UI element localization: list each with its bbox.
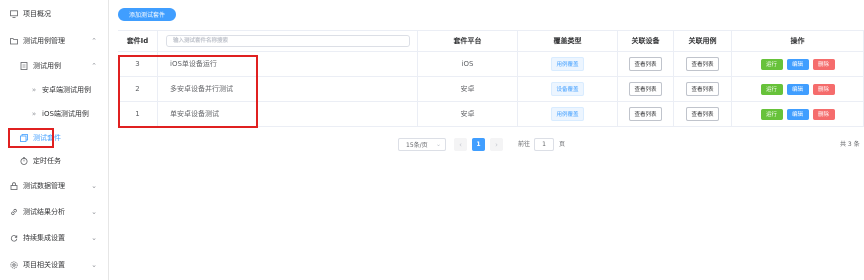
sidebar-item-label: 项目概况: [23, 10, 51, 18]
sidebar-item-test-case-management[interactable]: 测试用例管理 ⌃: [0, 31, 108, 51]
highlight-box-rows: [118, 55, 258, 128]
document-icon: [20, 62, 28, 70]
total-count: 共 3 条: [840, 141, 860, 148]
chevron-up-icon: ⌃: [91, 62, 97, 70]
cases-cell: 查看列表: [674, 77, 732, 101]
table-header-row: 套件Id 输入测试套件名称搜索 套件平台 覆盖类型 关联设备 关联用例 操作: [118, 31, 864, 52]
search-input[interactable]: 输入测试套件名称搜索: [166, 35, 410, 47]
main-content: 添加测试套件 套件Id 输入测试套件名称搜索 套件平台 覆盖类型 关联设备 关联…: [108, 0, 864, 280]
sidebar-item-label: 持续集成设置: [23, 234, 65, 242]
column-header-coverage: 覆盖类型: [518, 31, 618, 51]
devices-cell: 查看列表: [618, 52, 674, 76]
edit-button[interactable]: 编辑: [786, 83, 809, 95]
cases-cell: 查看列表: [674, 102, 732, 126]
goto-prefix: 前往: [518, 141, 531, 148]
sidebar-item-label: 测试用例管理: [23, 37, 65, 45]
ops-cell: 运行 编辑 删除: [732, 52, 864, 76]
test-suite-table: 套件Id 输入测试套件名称搜索 套件平台 覆盖类型 关联设备 关联用例 操作 3…: [118, 30, 864, 127]
edit-button[interactable]: 编辑: [786, 108, 809, 120]
coverage-tag: 设备覆盖: [551, 82, 584, 96]
sidebar-item-ios-test-cases[interactable]: » iOS端测试用例: [0, 104, 108, 124]
sidebar-item-test-data-management[interactable]: 测试数据管理 ⌄: [0, 176, 108, 196]
coverage-type: 设备覆盖: [518, 77, 618, 101]
view-devices-button[interactable]: 查看列表: [629, 57, 662, 71]
monitor-icon: [10, 10, 18, 18]
edit-button[interactable]: 编辑: [786, 58, 809, 70]
column-header-devices: 关联设备: [618, 31, 674, 51]
devices-cell: 查看列表: [618, 77, 674, 101]
link-icon: [10, 208, 18, 216]
folder-icon: [10, 37, 18, 45]
chevron-left-icon: ‹: [459, 140, 462, 149]
run-button[interactable]: 运行: [760, 83, 783, 95]
coverage-type: 用例覆盖: [518, 102, 618, 126]
view-cases-button[interactable]: 查看列表: [686, 82, 719, 96]
coverage-tag: 用例覆盖: [551, 107, 584, 121]
view-devices-button[interactable]: 查看列表: [629, 82, 662, 96]
ops-cell: 运行 编辑 删除: [732, 102, 864, 126]
view-cases-button[interactable]: 查看列表: [686, 57, 719, 71]
column-header-platform: 套件平台: [418, 31, 518, 51]
sidebar-item-label: iOS端测试用例: [42, 110, 89, 118]
page-number-current[interactable]: 1: [472, 138, 485, 151]
coverage-tag: 用例覆盖: [551, 57, 584, 71]
suite-platform: 安卓: [418, 77, 518, 101]
sidebar-item-scheduled-tasks[interactable]: 定时任务: [0, 151, 108, 171]
suite-platform: iOS: [418, 52, 518, 76]
prev-page-button[interactable]: ‹: [454, 138, 467, 151]
ops-cell: 运行 编辑 删除: [732, 77, 864, 101]
sidebar-item-test-result-analysis[interactable]: 测试结果分析 ⌄: [0, 202, 108, 222]
double-chevron-icon: »: [31, 86, 37, 94]
pagination: 15条/页 ⌄ ‹ 1 › 前往 1 页 共 3 条: [108, 138, 864, 152]
chevron-down-icon: ⌄: [91, 182, 97, 190]
highlight-box-sidebar: [8, 128, 54, 148]
run-button[interactable]: 运行: [760, 58, 783, 70]
chevron-down-icon: ⌄: [91, 208, 97, 216]
view-cases-button[interactable]: 查看列表: [686, 107, 719, 121]
column-header-search: 输入测试套件名称搜索: [158, 31, 418, 51]
goto-suffix: 页: [559, 141, 566, 148]
page-size-select[interactable]: 15条/页 ⌄: [398, 138, 446, 151]
sidebar-item-project-settings[interactable]: 项目相关设置 ⌄: [0, 255, 108, 275]
chevron-up-icon: ⌃: [91, 37, 97, 45]
delete-button[interactable]: 删除: [812, 108, 835, 120]
chevron-down-icon: ⌄: [91, 234, 97, 242]
delete-button[interactable]: 删除: [812, 83, 835, 95]
delete-button[interactable]: 删除: [812, 58, 835, 70]
add-test-suite-button[interactable]: 添加测试套件: [118, 8, 176, 21]
sidebar-item-label: 安卓端测试用例: [42, 86, 91, 94]
run-button[interactable]: 运行: [760, 108, 783, 120]
column-header-id: 套件Id: [118, 31, 158, 51]
chevron-down-icon: ⌄: [435, 141, 441, 148]
gear-icon: [10, 261, 18, 269]
goto-page-input[interactable]: 1: [534, 138, 554, 151]
cases-cell: 查看列表: [674, 52, 732, 76]
page-size-value: 15条/页: [406, 142, 428, 149]
sidebar-item-label: 测试结果分析: [23, 208, 65, 216]
next-page-button[interactable]: ›: [490, 138, 503, 151]
sidebar-item-label: 项目相关设置: [23, 261, 65, 269]
sidebar-item-android-test-cases[interactable]: » 安卓端测试用例: [0, 80, 108, 100]
sidebar: 项目概况 测试用例管理 ⌃ 测试用例 ⌃ » 安卓端测试用例 » iOS端测试用…: [0, 0, 109, 280]
chevron-right-icon: ›: [495, 140, 498, 149]
refresh-icon: [10, 234, 18, 242]
suite-platform: 安卓: [418, 102, 518, 126]
devices-cell: 查看列表: [618, 102, 674, 126]
column-header-cases: 关联用例: [674, 31, 732, 51]
sidebar-item-project-overview[interactable]: 项目概况: [0, 4, 108, 24]
double-chevron-icon: »: [31, 110, 37, 118]
lock-icon: [10, 182, 18, 190]
sidebar-item-label: 测试用例: [33, 62, 61, 70]
column-header-ops: 操作: [732, 31, 864, 51]
sidebar-item-test-cases[interactable]: 测试用例 ⌃: [0, 56, 108, 76]
timer-icon: [20, 157, 28, 165]
sidebar-item-label: 定时任务: [33, 157, 61, 165]
sidebar-item-ci-settings[interactable]: 持续集成设置 ⌄: [0, 228, 108, 248]
coverage-type: 用例覆盖: [518, 52, 618, 76]
view-devices-button[interactable]: 查看列表: [629, 107, 662, 121]
sidebar-item-label: 测试数据管理: [23, 182, 65, 190]
chevron-down-icon: ⌄: [91, 261, 97, 269]
